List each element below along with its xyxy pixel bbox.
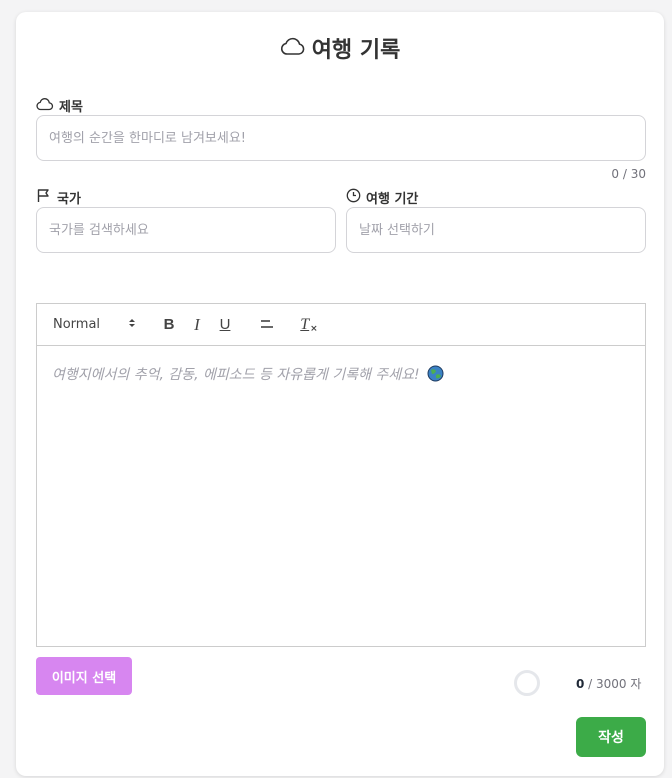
editor-placeholder: 여행지에서의 추억, 감동, 에피소드 등 자유롭게 기록해 주세요! xyxy=(52,367,420,383)
rich-text-editor: Normal B I U T × 여행지에서의 추억, 감동, 에피소드 등 자… xyxy=(36,303,646,647)
title-input[interactable] xyxy=(36,115,646,161)
cloud-icon xyxy=(36,97,54,115)
clean-format-icon: T xyxy=(300,315,310,333)
title-label-text: 제목 xyxy=(59,100,83,115)
align-icon xyxy=(259,316,275,334)
page-title: 여행 기록 xyxy=(311,38,401,63)
country-label-text: 국가 xyxy=(57,192,81,207)
globe-icon xyxy=(427,365,444,386)
period-label: 여행 기간 xyxy=(346,188,418,207)
header-format-value: Normal xyxy=(53,317,101,332)
cloud-icon xyxy=(280,35,306,61)
char-progress-ring xyxy=(514,670,540,696)
char-count-max: / 3000 자 xyxy=(584,677,642,691)
char-counter: 0 / 3000 자 xyxy=(576,675,641,692)
clean-format-x-mark: × xyxy=(310,323,318,334)
underline-button[interactable]: U xyxy=(211,313,239,337)
sort-arrows-icon xyxy=(127,317,137,333)
header-format-select[interactable]: Normal xyxy=(53,317,137,333)
clock-icon xyxy=(346,188,361,207)
page-header: 여행 기록 xyxy=(16,32,664,64)
country-search-input[interactable] xyxy=(36,207,336,253)
select-image-button[interactable]: 이미지 선택 xyxy=(36,657,132,695)
italic-button[interactable]: I xyxy=(183,313,211,337)
submit-button[interactable]: 작성 xyxy=(576,717,646,757)
bold-button[interactable]: B xyxy=(155,313,183,337)
editor-content[interactable]: 여행지에서의 추억, 감동, 에피소드 등 자유롭게 기록해 주세요! xyxy=(37,346,645,404)
flag-icon xyxy=(36,188,52,207)
title-char-counter: 0 / 30 xyxy=(611,167,646,181)
country-label: 국가 xyxy=(36,188,81,207)
date-picker-input[interactable] xyxy=(346,207,646,253)
editor-toolbar: Normal B I U T × xyxy=(37,304,645,346)
travel-log-form: 여행 기록 제목 0 / 30 국가 여행 기간 xyxy=(16,12,664,776)
italic-icon: I xyxy=(194,314,200,334)
underline-icon: U xyxy=(219,316,231,333)
period-label-text: 여행 기간 xyxy=(366,192,419,207)
align-button[interactable] xyxy=(253,313,281,337)
clean-format-button[interactable]: T × xyxy=(295,313,323,337)
title-label: 제목 xyxy=(36,96,83,115)
bold-icon: B xyxy=(163,316,175,333)
